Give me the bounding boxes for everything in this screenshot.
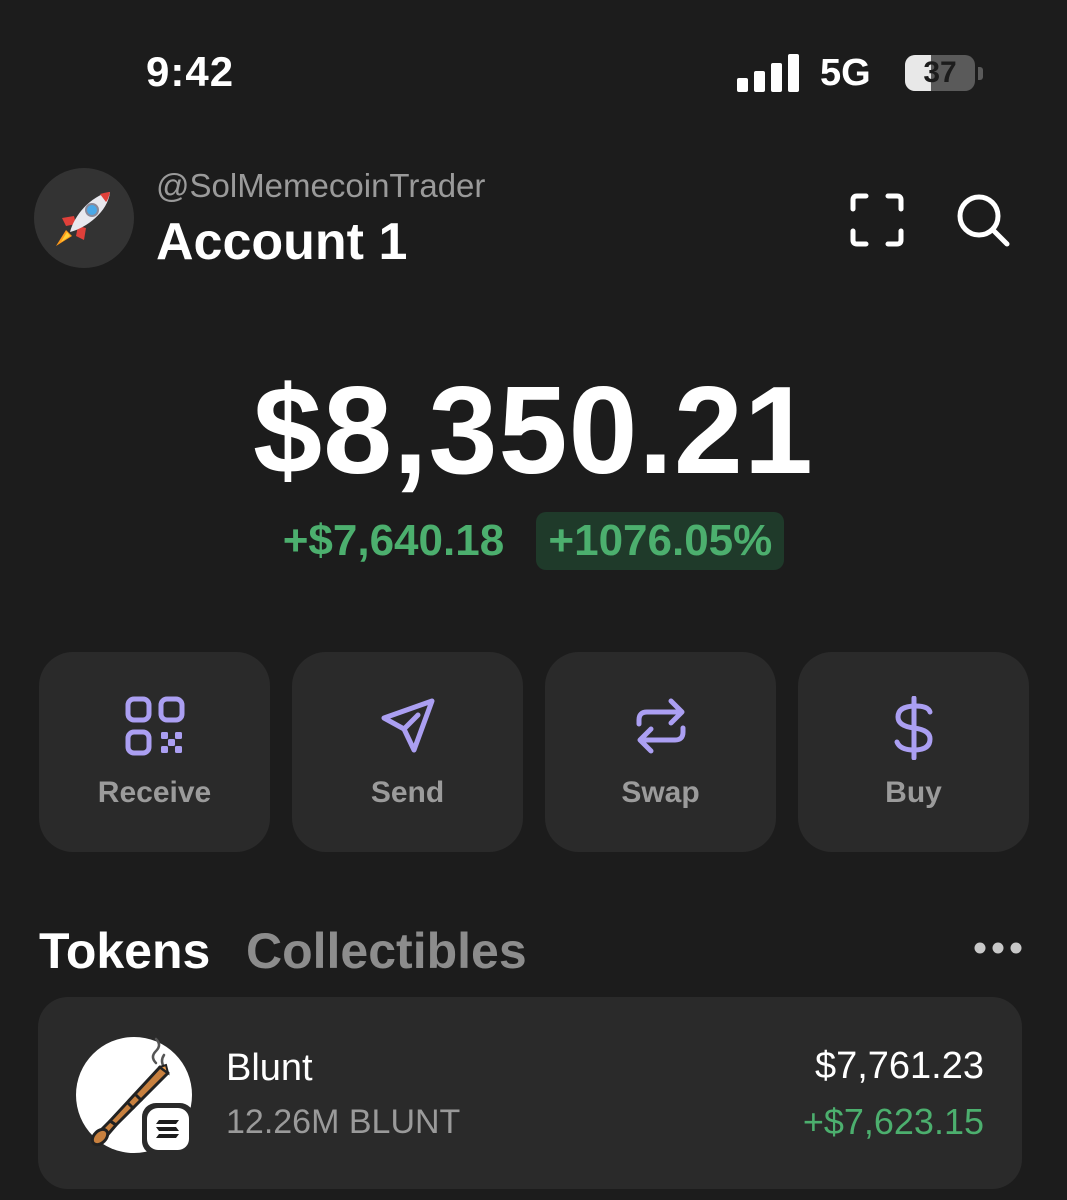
battery-level: 37	[923, 56, 957, 89]
receive-label: Receive	[97, 776, 212, 809]
swap-label: Swap	[621, 776, 700, 809]
balance-change-percent-badge: +1076.05%	[536, 512, 785, 570]
token-amount: 12.26M BLUNT	[226, 1103, 461, 1141]
signal-icon	[737, 52, 799, 92]
status-time: 9:42	[146, 48, 235, 95]
rocket-icon	[56, 192, 110, 246]
token-change: +$7,623.15	[802, 1101, 984, 1142]
buy-label: Buy	[885, 776, 942, 809]
username-handle[interactable]: @SolMemecoinTrader	[156, 167, 485, 205]
receive-button[interactable]: Receive	[39, 652, 270, 852]
send-label: Send	[370, 776, 445, 809]
send-icon	[381, 698, 434, 753]
tab-tokens[interactable]: Tokens	[39, 922, 210, 980]
swap-button[interactable]: Swap	[545, 652, 776, 852]
battery-tip	[978, 67, 983, 80]
token-row[interactable]: Blunt 12.26M BLUNT $7,761.23 +$7,623.15	[38, 997, 1022, 1189]
balance-change-amount: +$7,640.18	[282, 516, 505, 565]
network-type: 5G	[820, 52, 871, 94]
account-name[interactable]: Account 1	[156, 212, 407, 272]
token-value: $7,761.23	[814, 1045, 984, 1087]
balance-change-row: +$7,640.18 +1076.05%	[0, 512, 1067, 570]
send-button[interactable]: Send	[292, 652, 523, 852]
total-balance: $8,350.21	[253, 362, 814, 500]
dollar-icon	[894, 696, 933, 760]
scan-icon[interactable]	[850, 193, 904, 247]
action-buttons: Receive Send Swap Buy	[39, 652, 1029, 852]
battery-icon: 37	[905, 55, 975, 91]
tab-collectibles[interactable]: Collectibles	[246, 922, 527, 980]
solana-icon	[156, 1120, 179, 1138]
buy-button[interactable]: Buy	[798, 652, 1029, 852]
avatar[interactable]	[34, 168, 134, 268]
solana-chain-badge	[142, 1103, 194, 1155]
search-icon[interactable]	[955, 192, 1011, 248]
wallet-home-screen: 9:42 5G 37 @SolMemecoinTrader Account 1	[0, 0, 1067, 1200]
token-name: Blunt	[226, 1047, 313, 1089]
qr-code-icon	[125, 696, 184, 756]
more-options-icon[interactable]	[972, 938, 1024, 958]
swap-icon	[636, 698, 685, 754]
